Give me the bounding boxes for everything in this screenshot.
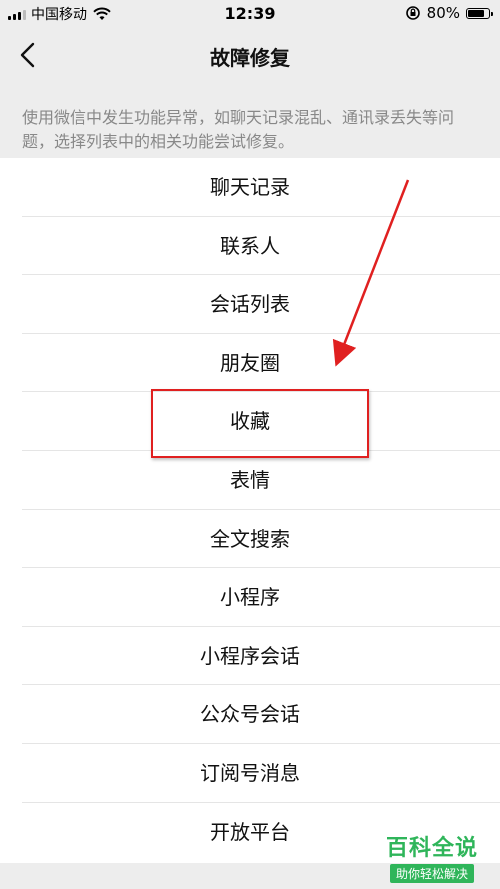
watermark-logo: 百科全说 助你轻松解决: [372, 830, 492, 883]
annotation-arrow: [332, 179, 410, 367]
list-item[interactable]: 表情: [0, 451, 500, 510]
list-item[interactable]: 小程序会话: [0, 627, 500, 686]
list-item[interactable]: 全文搜索: [0, 510, 500, 569]
battery-icon: [466, 7, 493, 19]
page-title: 故障修复: [210, 46, 290, 70]
battery-fill: [468, 9, 484, 17]
watermark-title: 百科全说: [385, 836, 478, 861]
list-item[interactable]: 朋友圈: [0, 334, 500, 393]
highlight-box: [151, 389, 369, 458]
nav-bar: 故障修复: [0, 30, 500, 82]
status-bar: 中国移动 12:39 80%: [0, 0, 500, 30]
battery-percent: 80%: [426, 4, 460, 22]
list-item[interactable]: 联系人: [0, 217, 500, 276]
status-right: 80%: [405, 4, 493, 22]
list-item[interactable]: 订阅号消息: [0, 744, 500, 803]
list-item[interactable]: 小程序: [0, 568, 500, 627]
list-item[interactable]: 公众号会话: [0, 685, 500, 744]
function-list: 聊天记录 联系人 会话列表 朋友圈 收藏 表情 全文搜索 小程序 小程序会话 公众号会话 订阅号消息…: [0, 158, 500, 863]
watermark-subtitle: 助你轻松解决: [389, 864, 474, 883]
list-item[interactable]: 聊天记录: [0, 158, 500, 217]
description-text: 使用微信中发生功能异常，如聊天记录混乱、通讯录丢失等问题，选择列表中的相关功能尝…: [22, 108, 455, 151]
list-item[interactable]: 会话列表: [0, 275, 500, 334]
orientation-lock-icon: [405, 6, 420, 20]
